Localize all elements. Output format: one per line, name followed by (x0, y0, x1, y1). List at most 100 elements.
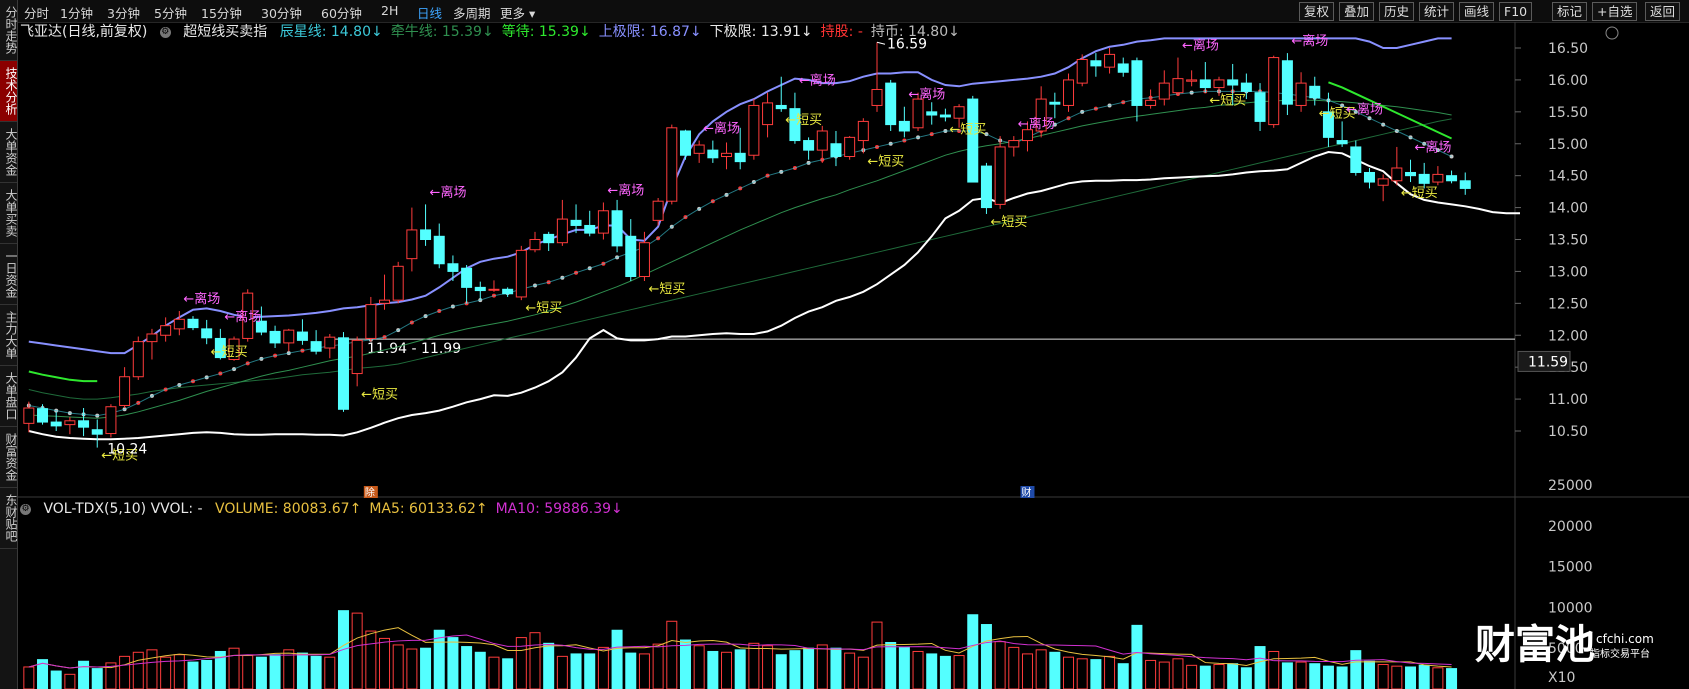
candle-body (1350, 146, 1362, 173)
signal-buy: ←短买 (867, 154, 904, 169)
candle-body (556, 218, 568, 244)
candle-body (679, 130, 691, 156)
candle-body (105, 406, 117, 435)
volume-bar (146, 649, 158, 689)
candle-body (1104, 53, 1116, 68)
signal-sell: ←离场 (1346, 101, 1383, 117)
watermark-logo: 财富池 (1475, 622, 1595, 668)
volume-bar (570, 653, 582, 689)
volume-bar (324, 656, 336, 689)
candle-body (269, 330, 281, 344)
watermark-site: cfchi.com (1596, 632, 1654, 646)
volume-bar (406, 648, 418, 689)
candle-body (707, 149, 719, 159)
volume-bar (748, 642, 760, 689)
volume-bar (597, 646, 609, 689)
volume-bar (912, 650, 924, 689)
high-marker (876, 41, 886, 45)
price-tick: 11.00 (1548, 392, 1588, 408)
volume-bar (474, 651, 486, 689)
candle-body (324, 336, 336, 349)
event-badge-label: 财 (1021, 486, 1031, 499)
signal-buy: ←短买 (525, 301, 562, 316)
candle-body (37, 408, 49, 423)
candle-body (337, 337, 349, 410)
candle-body (23, 407, 35, 424)
signal-sell: ←离场 (799, 73, 836, 89)
signal-sell: ←离场 (224, 309, 261, 325)
volume-bar (775, 654, 787, 689)
candle-body (78, 420, 90, 428)
volume-bar (1090, 659, 1102, 689)
price-tick: 10.50 (1548, 424, 1588, 440)
volume-tick: 20000 (1548, 519, 1593, 535)
candle-body (50, 421, 62, 427)
volume-bar (1035, 649, 1047, 689)
signal-sell: ←离场 (1415, 140, 1452, 156)
volume-bar (871, 621, 883, 689)
volume-bar (529, 632, 541, 689)
candle-body (1117, 63, 1129, 73)
candle-body (1213, 79, 1225, 89)
price-tick: 13.00 (1548, 264, 1588, 280)
candle-body (912, 98, 924, 129)
signal-buy: ←短买 (361, 387, 398, 402)
candle-body (1405, 171, 1417, 177)
candle-body (638, 242, 650, 278)
volume-bar (420, 647, 432, 689)
volume-bar (939, 655, 951, 689)
signal-buy: ←短买 (648, 282, 685, 297)
signal-sell: ←离场 (1291, 33, 1328, 49)
candle-body (1268, 57, 1280, 126)
candle-body (721, 152, 733, 158)
candle-body (1145, 99, 1157, 106)
candle-body (351, 339, 363, 375)
candle-body (666, 127, 678, 202)
candle-body (488, 288, 500, 291)
volume-bar (857, 656, 869, 689)
candle-body (625, 235, 637, 278)
volume-bar (1145, 659, 1157, 689)
candle-body (283, 329, 295, 344)
volume-bar (625, 652, 637, 689)
volume-bar (50, 670, 62, 689)
price-tick: 13.50 (1548, 233, 1588, 249)
volume-bar (379, 637, 391, 689)
volume-bar (1172, 658, 1184, 689)
volume-bar (1309, 663, 1321, 689)
signal-sell: ←离场 (703, 121, 740, 137)
price-tick: 14.50 (1548, 169, 1588, 185)
event-badge-label: 除 (365, 486, 375, 499)
candle-body (433, 235, 445, 265)
signal-buy: ←短买 (1401, 186, 1438, 201)
volume-bar (1391, 665, 1403, 689)
volume-bar (1377, 664, 1389, 689)
candle-body (980, 165, 992, 209)
candle-body (597, 210, 609, 234)
volume-bar (1405, 666, 1417, 689)
volume-bar (187, 661, 199, 689)
candle-body (1090, 60, 1102, 67)
volume-bar (707, 650, 719, 689)
volume-bar (1336, 666, 1348, 689)
candle-body (365, 304, 377, 339)
candle-body (1377, 178, 1389, 186)
candle-body (693, 144, 705, 154)
candle-body (898, 120, 910, 132)
candle-body (734, 152, 746, 163)
candle-body (1446, 175, 1458, 182)
candle-body (584, 224, 596, 234)
watermark-subtitle: 指标交易平台 (1590, 647, 1650, 660)
volume-bar (693, 645, 705, 689)
volume-bar (679, 639, 691, 689)
candle-body (775, 104, 787, 110)
price-tick: 15.00 (1548, 137, 1588, 153)
candle-body (1281, 60, 1293, 105)
kline-chart[interactable]: 16.50 16.00 15.50 15.00 14.50 14.00 13.50 13.00… (0, 0, 1689, 689)
volume-bar (652, 643, 664, 689)
signal-buy: ←短买 (785, 113, 822, 128)
volume-bar (980, 624, 992, 689)
candle-body (816, 130, 828, 151)
candle-body (939, 114, 951, 118)
candle-body (885, 82, 897, 126)
